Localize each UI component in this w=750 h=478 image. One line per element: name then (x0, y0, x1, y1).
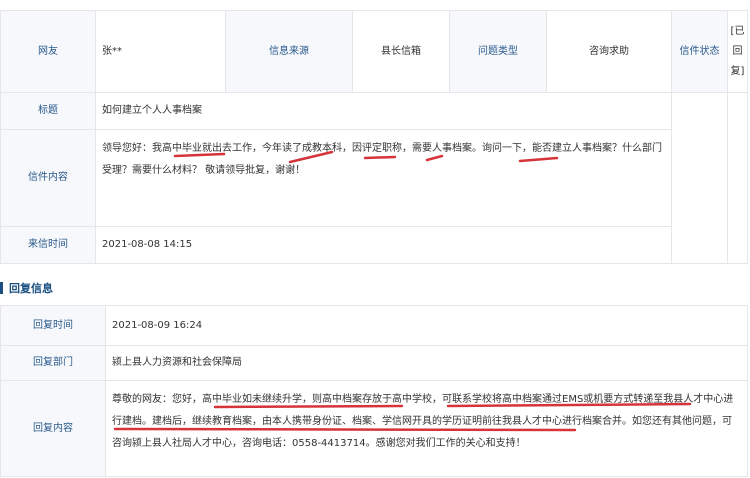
user-value: 张** (95, 10, 226, 93)
status-value: [已回复] (727, 10, 748, 93)
source-label: 信息来源 (225, 10, 353, 93)
title-value: 如何建立个人人事档案 (95, 92, 672, 130)
status-label: 信件状态 (671, 10, 728, 93)
time-value: 2021-08-08 14:15 (95, 226, 672, 264)
empty-cell (727, 92, 748, 264)
reply-section-title-text: 回复信息 (9, 282, 53, 295)
reply-content-value: 尊敬的网友：您好，高中毕业如未继续升学，则高中档案存放于高中学校，可联系学校将高… (105, 380, 748, 477)
reply-info-table: 回复时间 2021-08-09 16:24 回复部门 颍上县人力资源和社会保障局… (0, 305, 748, 477)
content-value: 领导您好：我高中毕业就出去工作，今年读了成教本科，因评定职称，需要人事档案。询问… (95, 129, 672, 227)
source-value: 县长信箱 (352, 10, 450, 93)
reply-time-label: 回复时间 (0, 305, 106, 346)
reply-content-label: 回复内容 (0, 380, 106, 477)
type-value: 咨询求助 (546, 10, 672, 93)
content-label: 信件内容 (0, 129, 96, 227)
section-bar (0, 282, 3, 294)
letter-detail-page: 网友 张** 信息来源 县长信箱 问题类型 咨询求助 信件状态 [已回复] 标题… (0, 0, 750, 478)
time-label: 来信时间 (0, 226, 96, 264)
title-label: 标题 (0, 92, 96, 130)
reply-time-value: 2021-08-09 16:24 (105, 305, 748, 346)
type-label: 问题类型 (449, 10, 547, 93)
reply-section-title: 回复信息 (0, 280, 53, 296)
reply-dept-value: 颍上县人力资源和社会保障局 (105, 345, 748, 381)
empty-cell (671, 92, 728, 264)
user-label: 网友 (0, 10, 96, 93)
reply-dept-label: 回复部门 (0, 345, 106, 381)
letter-info-table: 网友 张** 信息来源 县长信箱 问题类型 咨询求助 信件状态 [已回复] 标题… (0, 10, 748, 264)
